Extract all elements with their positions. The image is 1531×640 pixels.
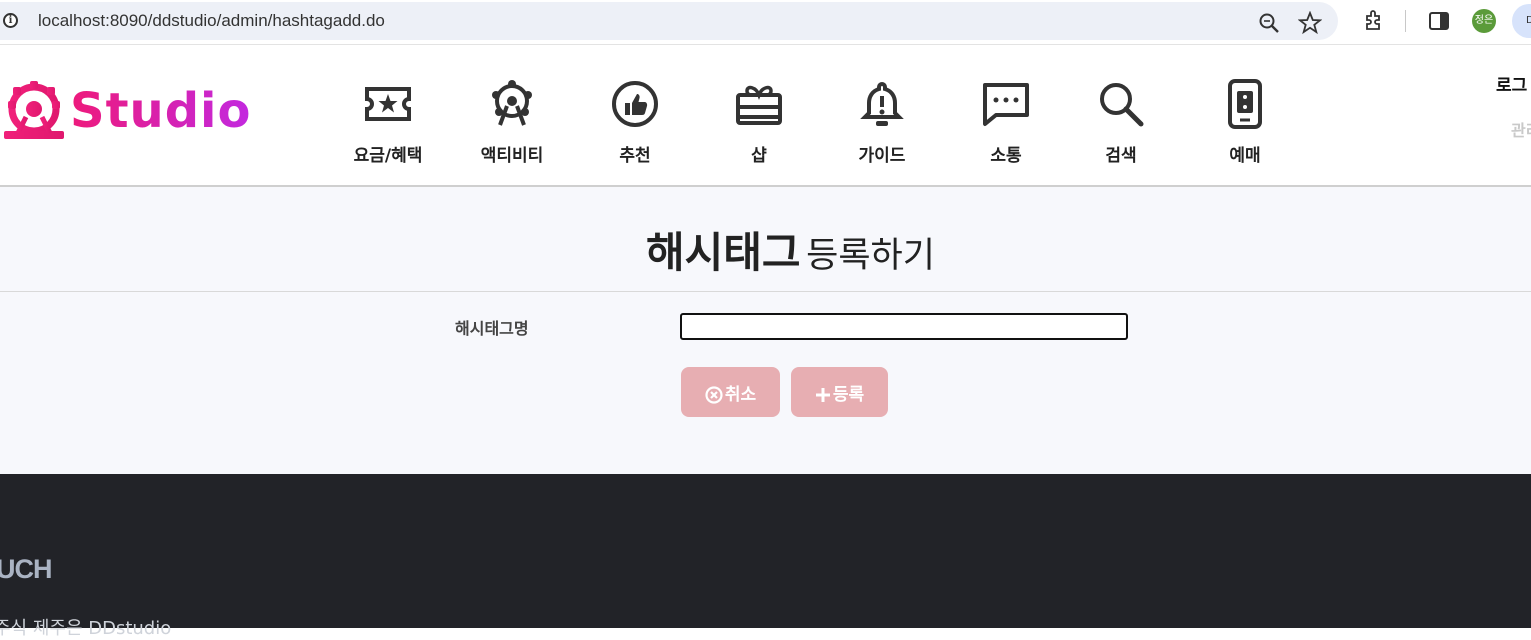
login-link[interactable]: 로그 bbox=[1496, 71, 1527, 96]
profile-avatar[interactable]: 정은 bbox=[1472, 9, 1496, 33]
hashtag-name-input[interactable] bbox=[680, 313, 1128, 340]
mobile-ticket-icon bbox=[1228, 79, 1262, 129]
nav-item-pricing[interactable]: 요금/혜택 bbox=[333, 79, 443, 166]
chat-icon bbox=[983, 83, 1029, 126]
page-title-bold: 해시태그 bbox=[646, 228, 801, 277]
bookmark-star-icon[interactable] bbox=[1298, 11, 1322, 35]
plus-icon bbox=[815, 387, 830, 402]
page-title: 해시태그 등록하기 bbox=[0, 219, 1531, 280]
zoom-icon[interactable] bbox=[1258, 12, 1280, 34]
logo-text: Studio bbox=[70, 83, 252, 139]
site-logo[interactable]: Studio bbox=[0, 77, 260, 151]
admin-link[interactable]: 관리 bbox=[1511, 117, 1531, 141]
address-bar[interactable]: i localhost:8090/ddstudio/admin/hashtaga… bbox=[0, 2, 1338, 40]
side-panel-icon[interactable] bbox=[1428, 10, 1450, 32]
profile-chip[interactable]: D bbox=[1512, 4, 1531, 38]
nav-item-recommend[interactable]: 추천 bbox=[580, 79, 690, 166]
nav-label: 예매 bbox=[1229, 146, 1261, 166]
toolbar-divider bbox=[1405, 10, 1406, 32]
nav-item-activity[interactable]: 액티비티 bbox=[457, 79, 567, 166]
nav-label: 소통 bbox=[990, 146, 1022, 166]
register-label: 등록 bbox=[832, 384, 865, 405]
site-header: Studio 요금/혜택 액티비티 추천 샵 가이드 소통 검색 예매 로그 관 bbox=[0, 51, 1531, 187]
url-text[interactable]: localhost:8090/ddstudio/admin/hashtagadd… bbox=[38, 11, 385, 31]
nav-label: 샵 bbox=[751, 146, 767, 166]
page-title-rest: 등록하기 bbox=[806, 236, 935, 276]
gift-icon bbox=[736, 85, 782, 125]
nav-item-shop[interactable]: 샵 bbox=[704, 79, 814, 166]
cancel-label: 취소 bbox=[724, 384, 757, 405]
site-footer: UCH 주식 제주은 DDstudio bbox=[0, 474, 1531, 639]
register-button[interactable]: 등록 bbox=[791, 367, 888, 417]
thumbs-up-icon bbox=[612, 81, 658, 127]
site-info-icon[interactable]: i bbox=[3, 13, 18, 28]
nav-item-search[interactable]: 검색 bbox=[1066, 79, 1176, 166]
ferris-wheel-logo-icon bbox=[4, 81, 64, 139]
nav-label: 검색 bbox=[1105, 146, 1137, 166]
nav-label: 가이드 bbox=[858, 146, 906, 166]
ferris-wheel-icon bbox=[492, 80, 532, 126]
bell-icon bbox=[860, 81, 904, 126]
nav-label: 추천 bbox=[619, 146, 651, 166]
close-circle-icon bbox=[705, 385, 723, 404]
search-icon bbox=[1100, 83, 1144, 127]
extensions-icon[interactable] bbox=[1362, 9, 1386, 33]
nav-label: 액티비티 bbox=[480, 146, 544, 166]
ticket-icon bbox=[365, 87, 411, 121]
nav-item-guide[interactable]: 가이드 bbox=[827, 79, 937, 166]
browser-toolbar: i localhost:8090/ddstudio/admin/hashtaga… bbox=[0, 0, 1531, 45]
footer-brand: UCH bbox=[0, 554, 52, 584]
footer-company: 주식 제주은 DDstudio bbox=[0, 618, 172, 639]
nav-item-community[interactable]: 소통 bbox=[951, 79, 1061, 166]
main-content: 해시태그 등록하기 해시태그명 취소 등록 bbox=[0, 187, 1531, 474]
cancel-button[interactable]: 취소 bbox=[681, 367, 780, 417]
hashtag-name-label: 해시태그명 bbox=[455, 319, 529, 338]
title-divider bbox=[0, 291, 1531, 292]
nav-label: 요금/혜택 bbox=[353, 146, 423, 166]
nav-item-booking[interactable]: 예매 bbox=[1190, 79, 1300, 166]
